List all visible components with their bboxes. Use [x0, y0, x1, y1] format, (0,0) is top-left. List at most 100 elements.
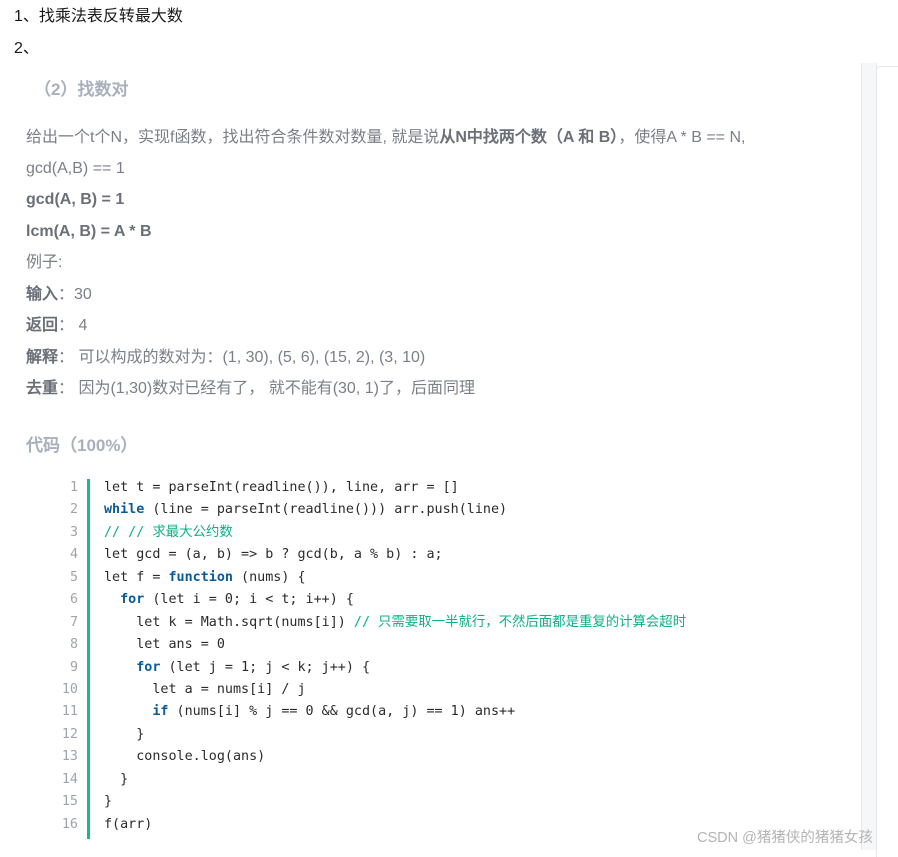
- code-text: let k = Math.sqrt(nums[i]) // 只需要取一半就行，不…: [104, 612, 686, 634]
- explain-label: 解释: [26, 349, 59, 366]
- line-number: 5: [69, 569, 78, 585]
- code-token: let gcd = (a, b) => b ? gcd(b, a % b) : …: [104, 547, 443, 563]
- return-label: 返回: [26, 317, 59, 334]
- code-keyword: function: [168, 569, 234, 585]
- code-text: }: [104, 724, 144, 746]
- code-token: let k = Math.sqrt(nums[i]): [104, 614, 354, 630]
- code-text: if (nums[i] % j == 0 && gcd(a, j) == 1) …: [104, 701, 515, 723]
- code-comment: // // 求最大公约数: [104, 524, 233, 540]
- input-label: 输入: [26, 286, 59, 303]
- dedupe-label: 去重: [26, 380, 59, 397]
- code-line: 11 if (nums[i] % j == 0 && gcd(a, j) == …: [56, 701, 836, 723]
- line-number: 10: [61, 681, 78, 697]
- code-text: let t = parseInt(readline()), line, arr …: [104, 477, 459, 499]
- code-keyword: if: [152, 704, 169, 720]
- example-explanation: 解释： 可以构成的数对为：(1, 30), (5, 6), (15, 2), (…: [26, 347, 425, 369]
- description-suffix: ，使得A * B == N,: [618, 129, 746, 146]
- code-token: }: [104, 794, 113, 810]
- code-text: console.log(ans): [104, 746, 265, 768]
- code-line: 2 while (line = parseInt(readline())) arr…: [56, 499, 836, 521]
- code-token: console.log(ans): [104, 749, 266, 765]
- code-comment: // 只需要取一半就行，不然后面都是重复的计算会超时: [353, 614, 687, 630]
- example-input: 输入：30: [26, 284, 92, 306]
- line-number: 4: [69, 547, 78, 563]
- code-token: let f =: [104, 569, 169, 585]
- line-number: 9: [69, 659, 78, 675]
- code-token: (nums[i] % j == 0 && gcd(a, j) == 1) ans…: [168, 704, 516, 720]
- return-value: ： 4: [58, 317, 88, 334]
- code-token: (nums) {: [233, 569, 306, 585]
- side-panel: [876, 66, 898, 857]
- code-token: }: [104, 771, 129, 787]
- line-number: 14: [61, 771, 78, 787]
- lcm-rule: lcm(A, B) = A * B: [26, 223, 152, 240]
- code-token: }: [104, 726, 145, 742]
- example-dedupe: 去重： 因为(1,30)数对已经有了， 就不能有(30, 1)了，后面同理: [26, 378, 475, 400]
- problem-description: 给出一个t个N，实现f函数，找出符合条件数对数量, 就是说从N中找两个数（A 和…: [26, 127, 745, 149]
- code-text: let gcd = (a, b) => b ? gcd(b, a % b) : …: [104, 544, 443, 566]
- code-line: 15}: [56, 791, 836, 813]
- code-line: 3 // // 求最大公约数: [56, 522, 836, 544]
- line-number: 8: [69, 637, 78, 653]
- line-number: 13: [61, 749, 78, 765]
- code-text: // // 求最大公约数: [104, 522, 233, 544]
- code-token: let ans = 0: [104, 637, 225, 653]
- line-number: 7: [69, 614, 78, 630]
- description-bold: 从N中找两个数（A 和 B）: [439, 129, 619, 146]
- code-token: f(arr): [104, 816, 153, 832]
- code-text: for (let i = 0; i < t; i++) {: [104, 589, 354, 611]
- line-number: 15: [61, 794, 78, 810]
- line-number: 1: [69, 480, 78, 495]
- code-keyword: for: [120, 592, 145, 608]
- code-line: 4 let gcd = (a, b) => b ? gcd(b, a % b) :…: [56, 544, 836, 566]
- code-text: }: [104, 791, 112, 813]
- line-number: 3: [69, 524, 78, 540]
- code-keyword: for: [136, 659, 161, 675]
- code-line: 12 }: [56, 724, 836, 746]
- code-token: (line = parseInt(readline())) arr.push(l…: [144, 502, 508, 518]
- code-line: 13 console.log(ans): [56, 746, 836, 768]
- code-block: 1 let t = parseInt(readline()), line, arr…: [56, 477, 836, 836]
- code-line: 5 let f = function (nums) {: [56, 567, 836, 589]
- input-value: ：30: [58, 286, 92, 303]
- dedupe-value: ： 因为(1,30)数对已经有了， 就不能有(30, 1)了，后面同理: [58, 380, 475, 397]
- outline-item-1: 1、找乘法表反转最大数: [14, 8, 183, 25]
- line-number: 16: [61, 816, 78, 832]
- code-line: 7 let k = Math.sqrt(nums[i]) // 只需要取一半就行…: [56, 612, 836, 634]
- watermark: CSDN @猪猪侠的猪猪女孩: [697, 830, 873, 846]
- description-prefix: 给出一个t个N，实现f函数，找出符合条件数对数量, 就是说: [26, 129, 440, 146]
- code-line: 6 for (let i = 0; i < t; i++) {: [56, 589, 836, 611]
- code-token: let t = parseInt(readline()), line, arr …: [104, 480, 459, 495]
- code-text: let f = function (nums) {: [104, 567, 306, 589]
- code-text: while (line = parseInt(readline())) arr.…: [104, 499, 507, 521]
- code-line: 1 let t = parseInt(readline()), line, arr…: [56, 477, 836, 499]
- code-line: 10 let a = nums[i] / j: [56, 679, 836, 701]
- line-number: 12: [61, 726, 78, 742]
- code-text: for (let j = 1; j < k; j++) {: [104, 657, 370, 679]
- example-label: 例子:: [26, 254, 63, 271]
- code-text: let ans = 0: [104, 634, 225, 656]
- code-text: }: [104, 769, 128, 791]
- code-keyword: while: [104, 502, 145, 518]
- example-return: 返回： 4: [26, 315, 87, 337]
- code-token: (let i = 0; i < t; i++) {: [144, 592, 354, 608]
- code-text: let a = nums[i] / j: [104, 679, 306, 701]
- code-line: 8 let ans = 0: [56, 634, 836, 656]
- code-text: f(arr): [104, 814, 152, 836]
- line-number: 6: [69, 592, 78, 608]
- line-number: 11: [61, 704, 78, 720]
- outline-item-2: 2、: [14, 40, 39, 57]
- code-line: 14 }: [56, 769, 836, 791]
- code-heading: 代码（100%）: [26, 436, 138, 455]
- explain-value: ： 可以构成的数对为：(1, 30), (5, 6), (15, 2), (3,…: [58, 349, 426, 366]
- gcd-rule: gcd(A, B) = 1: [26, 191, 125, 208]
- panel-scrollbar[interactable]: [861, 63, 877, 850]
- code-token: let a = nums[i] / j: [104, 681, 306, 697]
- code-line: 9 for (let j = 1; j < k; j++) {: [56, 657, 836, 679]
- code-token: (let j = 1; j < k; j++) {: [160, 659, 371, 675]
- line-number: 2: [69, 502, 78, 518]
- section-heading: （2）找数对: [34, 80, 129, 99]
